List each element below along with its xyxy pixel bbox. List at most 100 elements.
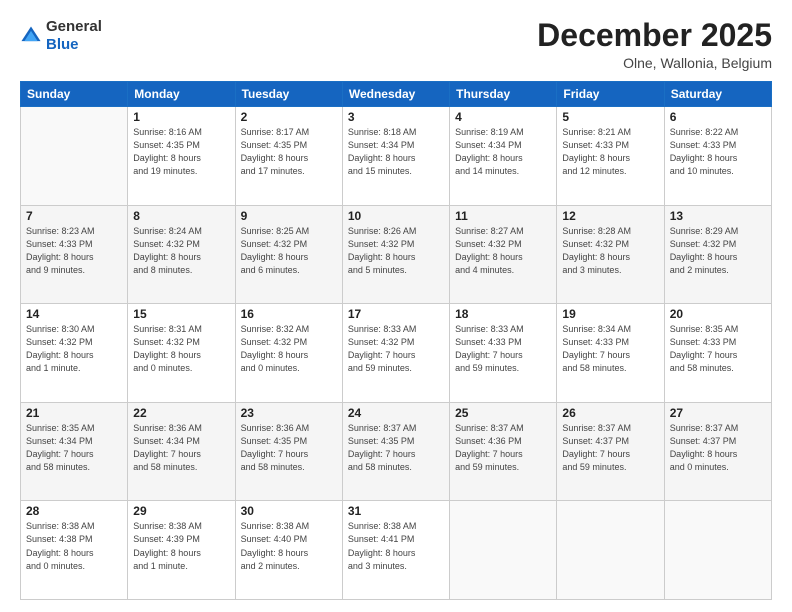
logo-text: General Blue [46, 18, 102, 54]
calendar-day-cell [557, 501, 664, 600]
day-info: Sunrise: 8:38 AMSunset: 4:40 PMDaylight:… [241, 520, 337, 572]
day-info: Sunrise: 8:37 AMSunset: 4:37 PMDaylight:… [562, 422, 658, 474]
page: General Blue December 2025 Olne, Walloni… [0, 0, 792, 612]
title-area: December 2025 Olne, Wallonia, Belgium [537, 18, 772, 71]
day-number: 24 [348, 406, 444, 420]
calendar-day-cell: 28Sunrise: 8:38 AMSunset: 4:38 PMDayligh… [21, 501, 128, 600]
day-number: 15 [133, 307, 229, 321]
day-info: Sunrise: 8:18 AMSunset: 4:34 PMDaylight:… [348, 126, 444, 178]
day-number: 13 [670, 209, 766, 223]
calendar-day-cell: 26 Sunrise: 8:37 AMSunset: 4:37 PMDayligh… [557, 402, 664, 501]
day-number: 4 [455, 110, 551, 124]
day-number: 5 [562, 110, 658, 124]
day-info: Sunrise: 8:33 AMSunset: 4:33 PMDaylight:… [455, 323, 551, 375]
day-number: 14 [26, 307, 122, 321]
day-number: 17 [348, 307, 444, 321]
day-number: 21 [26, 406, 122, 420]
calendar-day-cell: 29 Sunrise: 8:38 AMSunset: 4:39 PMDayligh… [128, 501, 235, 600]
calendar-week-row: 28Sunrise: 8:38 AMSunset: 4:38 PMDayligh… [21, 501, 772, 600]
weekday-header: Tuesday [235, 82, 342, 107]
day-info: Sunrise: 8:16 AMSunset: 4:35 PMDaylight:… [133, 126, 229, 178]
day-info: Sunrise: 8:37 AMSunset: 4:36 PMDaylight:… [455, 422, 551, 474]
calendar-day-cell: 30 Sunrise: 8:38 AMSunset: 4:40 PMDayligh… [235, 501, 342, 600]
calendar-day-cell: 25 Sunrise: 8:37 AMSunset: 4:36 PMDayligh… [450, 402, 557, 501]
day-number: 31 [348, 504, 444, 518]
calendar-day-cell: 19 Sunrise: 8:34 AMSunset: 4:33 PMDayligh… [557, 304, 664, 403]
calendar-day-cell: 16Sunrise: 8:32 AMSunset: 4:32 PMDayligh… [235, 304, 342, 403]
day-info: Sunrise: 8:31 AMSunset: 4:32 PMDaylight:… [133, 323, 229, 375]
day-info: Sunrise: 8:37 AMSunset: 4:35 PMDaylight:… [348, 422, 444, 474]
day-info: Sunrise: 8:38 AMSunset: 4:39 PMDaylight:… [133, 520, 229, 572]
day-number: 27 [670, 406, 766, 420]
logo-general: General [46, 18, 102, 35]
day-info: Sunrise: 8:19 AMSunset: 4:34 PMDaylight:… [455, 126, 551, 178]
day-number: 26 [562, 406, 658, 420]
calendar-day-cell: 1 Sunrise: 8:16 AMSunset: 4:35 PMDaylight… [128, 107, 235, 206]
calendar-day-cell [21, 107, 128, 206]
calendar-day-cell: 2 Sunrise: 8:17 AMSunset: 4:35 PMDaylight… [235, 107, 342, 206]
day-info: Sunrise: 8:36 AMSunset: 4:34 PMDaylight:… [133, 422, 229, 474]
calendar-day-cell: 13 Sunrise: 8:29 AMSunset: 4:32 PMDayligh… [664, 205, 771, 304]
day-number: 30 [241, 504, 337, 518]
calendar-day-cell: 12Sunrise: 8:28 AMSunset: 4:32 PMDayligh… [557, 205, 664, 304]
day-number: 8 [133, 209, 229, 223]
calendar-day-cell: 7 Sunrise: 8:23 AMSunset: 4:33 PMDaylight… [21, 205, 128, 304]
day-info: Sunrise: 8:34 AMSunset: 4:33 PMDaylight:… [562, 323, 658, 375]
calendar-day-cell: 21 Sunrise: 8:35 AMSunset: 4:34 PMDayligh… [21, 402, 128, 501]
calendar-day-cell: 24 Sunrise: 8:37 AMSunset: 4:35 PMDayligh… [342, 402, 449, 501]
calendar-day-cell [450, 501, 557, 600]
month-title: December 2025 [537, 18, 772, 53]
calendar-day-cell: 27 Sunrise: 8:37 AMSunset: 4:37 PMDayligh… [664, 402, 771, 501]
day-number: 16 [241, 307, 337, 321]
calendar-week-row: 21 Sunrise: 8:35 AMSunset: 4:34 PMDayligh… [21, 402, 772, 501]
day-info: Sunrise: 8:37 AMSunset: 4:37 PMDaylight:… [670, 422, 766, 474]
calendar-day-cell: 23 Sunrise: 8:36 AMSunset: 4:35 PMDayligh… [235, 402, 342, 501]
calendar-day-cell: 22Sunrise: 8:36 AMSunset: 4:34 PMDayligh… [128, 402, 235, 501]
calendar-day-cell: 15 Sunrise: 8:31 AMSunset: 4:32 PMDayligh… [128, 304, 235, 403]
day-number: 19 [562, 307, 658, 321]
day-number: 11 [455, 209, 551, 223]
day-info: Sunrise: 8:35 AMSunset: 4:34 PMDaylight:… [26, 422, 122, 474]
calendar-table: SundayMondayTuesdayWednesdayThursdayFrid… [20, 81, 772, 600]
calendar-week-row: 1 Sunrise: 8:16 AMSunset: 4:35 PMDaylight… [21, 107, 772, 206]
calendar-day-cell: 5 Sunrise: 8:21 AMSunset: 4:33 PMDaylight… [557, 107, 664, 206]
calendar-day-cell: 3Sunrise: 8:18 AMSunset: 4:34 PMDaylight… [342, 107, 449, 206]
day-number: 23 [241, 406, 337, 420]
calendar-day-cell: 10Sunrise: 8:26 AMSunset: 4:32 PMDayligh… [342, 205, 449, 304]
location-title: Olne, Wallonia, Belgium [537, 55, 772, 71]
day-number: 7 [26, 209, 122, 223]
calendar-day-cell: 8Sunrise: 8:24 AMSunset: 4:32 PMDaylight… [128, 205, 235, 304]
day-number: 25 [455, 406, 551, 420]
day-info: Sunrise: 8:23 AMSunset: 4:33 PMDaylight:… [26, 225, 122, 277]
logo-blue: Blue [46, 36, 79, 53]
day-number: 2 [241, 110, 337, 124]
day-number: 10 [348, 209, 444, 223]
day-info: Sunrise: 8:38 AMSunset: 4:41 PMDaylight:… [348, 520, 444, 572]
calendar-header-row: SundayMondayTuesdayWednesdayThursdayFrid… [21, 82, 772, 107]
day-number: 20 [670, 307, 766, 321]
day-info: Sunrise: 8:36 AMSunset: 4:35 PMDaylight:… [241, 422, 337, 474]
day-info: Sunrise: 8:21 AMSunset: 4:33 PMDaylight:… [562, 126, 658, 178]
calendar-week-row: 14 Sunrise: 8:30 AMSunset: 4:32 PMDayligh… [21, 304, 772, 403]
calendar-day-cell: 9Sunrise: 8:25 AMSunset: 4:32 PMDaylight… [235, 205, 342, 304]
weekday-header: Friday [557, 82, 664, 107]
day-info: Sunrise: 8:25 AMSunset: 4:32 PMDaylight:… [241, 225, 337, 277]
weekday-header: Thursday [450, 82, 557, 107]
day-info: Sunrise: 8:27 AMSunset: 4:32 PMDaylight:… [455, 225, 551, 277]
day-info: Sunrise: 8:17 AMSunset: 4:35 PMDaylight:… [241, 126, 337, 178]
day-info: Sunrise: 8:35 AMSunset: 4:33 PMDaylight:… [670, 323, 766, 375]
logo: General Blue [20, 18, 102, 54]
day-number: 1 [133, 110, 229, 124]
day-number: 28 [26, 504, 122, 518]
day-info: Sunrise: 8:29 AMSunset: 4:32 PMDaylight:… [670, 225, 766, 277]
day-number: 29 [133, 504, 229, 518]
calendar-day-cell: 18Sunrise: 8:33 AMSunset: 4:33 PMDayligh… [450, 304, 557, 403]
day-number: 12 [562, 209, 658, 223]
day-info: Sunrise: 8:30 AMSunset: 4:32 PMDaylight:… [26, 323, 122, 375]
calendar-day-cell: 14 Sunrise: 8:30 AMSunset: 4:32 PMDayligh… [21, 304, 128, 403]
day-info: Sunrise: 8:33 AMSunset: 4:32 PMDaylight:… [348, 323, 444, 375]
day-number: 6 [670, 110, 766, 124]
weekday-header: Wednesday [342, 82, 449, 107]
calendar-week-row: 7 Sunrise: 8:23 AMSunset: 4:33 PMDaylight… [21, 205, 772, 304]
header: General Blue December 2025 Olne, Walloni… [20, 18, 772, 71]
